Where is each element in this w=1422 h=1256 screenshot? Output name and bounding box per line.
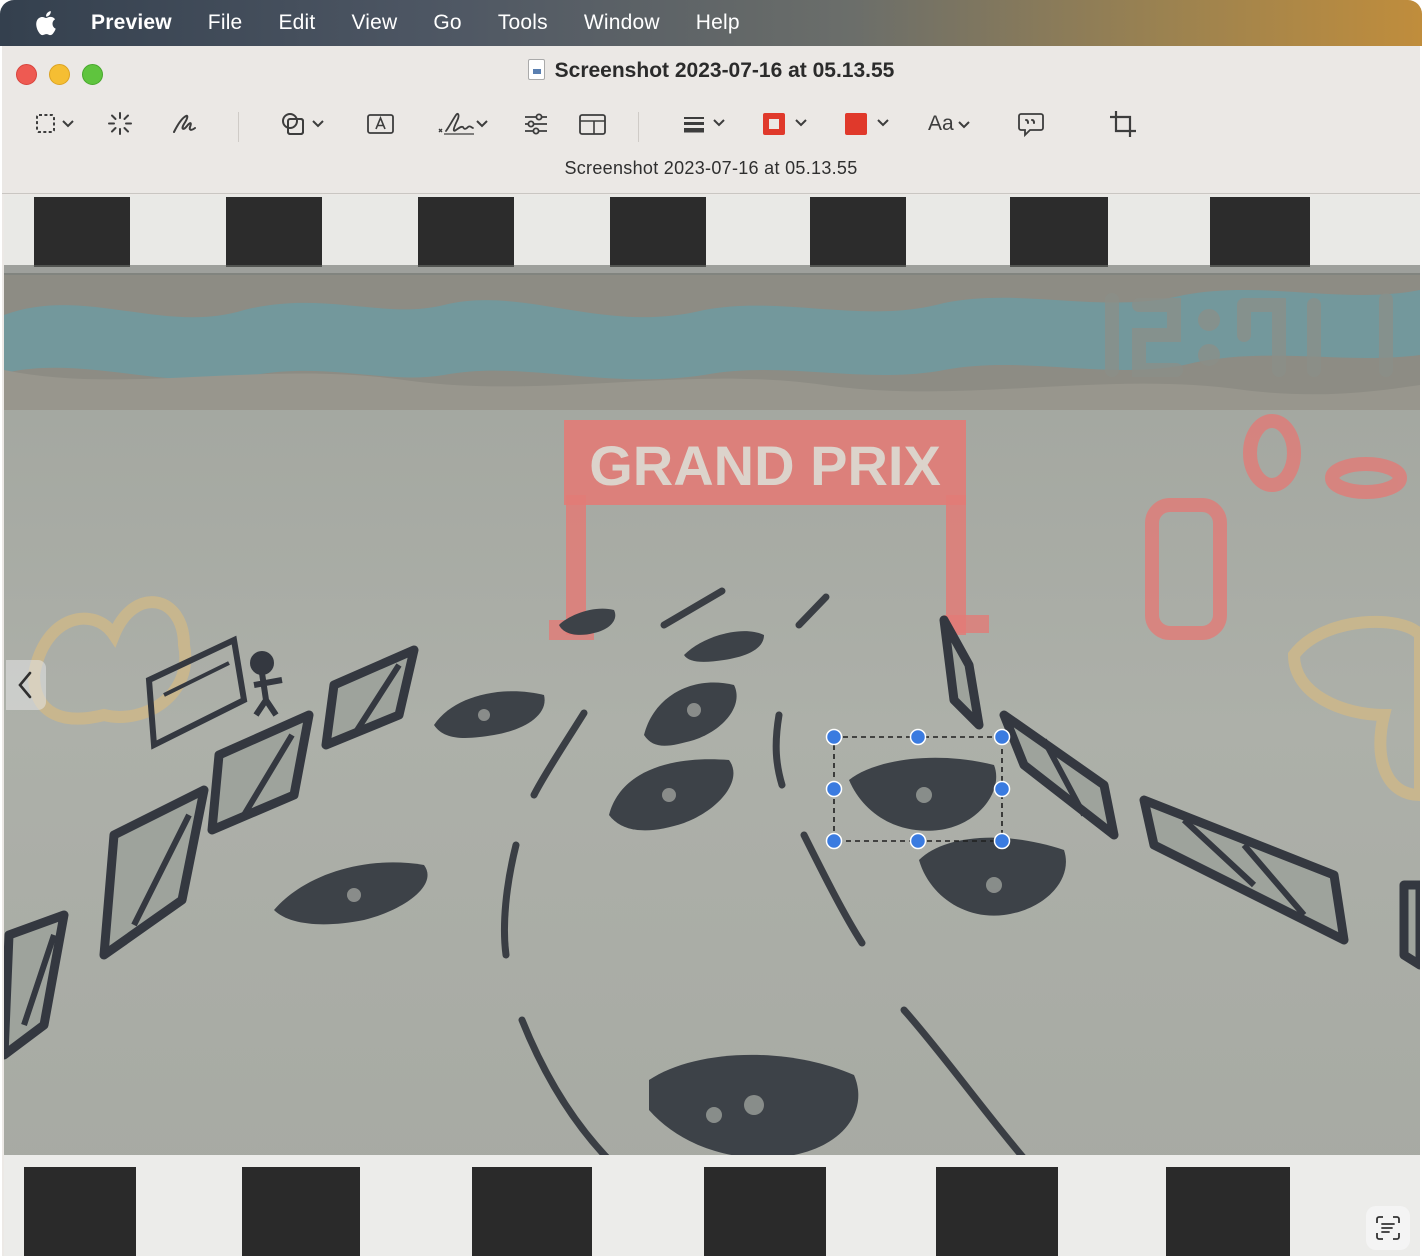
menu-view[interactable]: View	[351, 11, 397, 35]
speech-bubble-icon	[1018, 113, 1044, 138]
lcd-game-photo: GRAND PRIX	[4, 195, 1420, 1256]
border-color-button[interactable]	[760, 102, 812, 146]
text-tool-button[interactable]	[366, 102, 396, 146]
rect-selection-icon	[36, 114, 74, 133]
instant-alpha-icon	[108, 112, 132, 135]
markup-toolbar: Aa	[2, 102, 1420, 146]
sign-text: GRAND PRIX	[589, 434, 941, 497]
fill-color-button[interactable]	[842, 102, 894, 146]
shapes-icon	[282, 113, 324, 135]
shapes-button[interactable]	[280, 102, 328, 146]
live-text-icon	[1376, 1216, 1400, 1240]
text-box-icon	[367, 114, 394, 134]
document-subtitle: Screenshot 2023-07-16 at 05.13.55	[564, 158, 858, 178]
image-canvas[interactable]: GRAND PRIX	[4, 195, 1420, 1256]
shape-style-icon	[684, 117, 725, 133]
instant-alpha-button[interactable]	[106, 102, 134, 146]
signature-icon	[438, 112, 488, 135]
scenery-band	[4, 275, 1420, 410]
sign-button[interactable]	[436, 102, 492, 146]
sketch-icon	[173, 114, 196, 133]
live-text-button[interactable]	[1366, 1206, 1410, 1250]
border-color-icon	[763, 113, 807, 135]
window-title: Screenshot 2023-07-16 at 05.13.55	[2, 59, 1420, 83]
sketch-button[interactable]	[170, 102, 200, 146]
menu-file[interactable]: File	[208, 11, 243, 35]
toolbar-separator	[638, 112, 639, 142]
title-bar: Screenshot 2023-07-16 at 05.13.55 Aa Scr…	[2, 46, 1420, 194]
crop-button[interactable]	[1108, 102, 1138, 146]
fill-color-icon	[845, 113, 889, 135]
chevron-down-icon	[957, 121, 970, 129]
adjust-color-button[interactable]	[522, 102, 550, 146]
chevron-left-icon	[18, 671, 32, 699]
document-icon	[527, 59, 545, 80]
menu-window[interactable]: Window	[584, 11, 660, 35]
apple-logo-icon[interactable]	[34, 9, 60, 37]
menu-tools[interactable]: Tools	[498, 11, 548, 35]
crop-icon	[1110, 111, 1136, 137]
menu-bar: Preview File Edit View Go Tools Window H…	[0, 0, 1422, 46]
window-title-text: Screenshot 2023-07-16 at 05.13.55	[554, 59, 895, 82]
menu-edit[interactable]: Edit	[278, 11, 315, 35]
shape-style-button[interactable]	[682, 102, 730, 146]
menu-preview[interactable]: Preview	[91, 11, 172, 35]
adjust-size-button[interactable]	[578, 102, 608, 146]
checkered-strip-top	[4, 195, 1420, 275]
preview-window: Screenshot 2023-07-16 at 05.13.55 Aa Scr…	[2, 46, 1420, 1256]
menu-go[interactable]: Go	[433, 11, 461, 35]
adjust-size-icon	[579, 114, 606, 135]
checkered-strip-bottom	[4, 1155, 1420, 1256]
annotate-button[interactable]	[1016, 102, 1046, 146]
toolbar-separator	[238, 112, 239, 142]
sidebar-toggle-button[interactable]	[6, 660, 46, 710]
menu-help[interactable]: Help	[696, 11, 740, 35]
text-style-label: Aa	[928, 112, 954, 135]
selection-tool-button[interactable]	[34, 102, 80, 146]
text-style-button[interactable]: Aa	[928, 102, 974, 146]
adjust-color-icon	[525, 113, 547, 135]
